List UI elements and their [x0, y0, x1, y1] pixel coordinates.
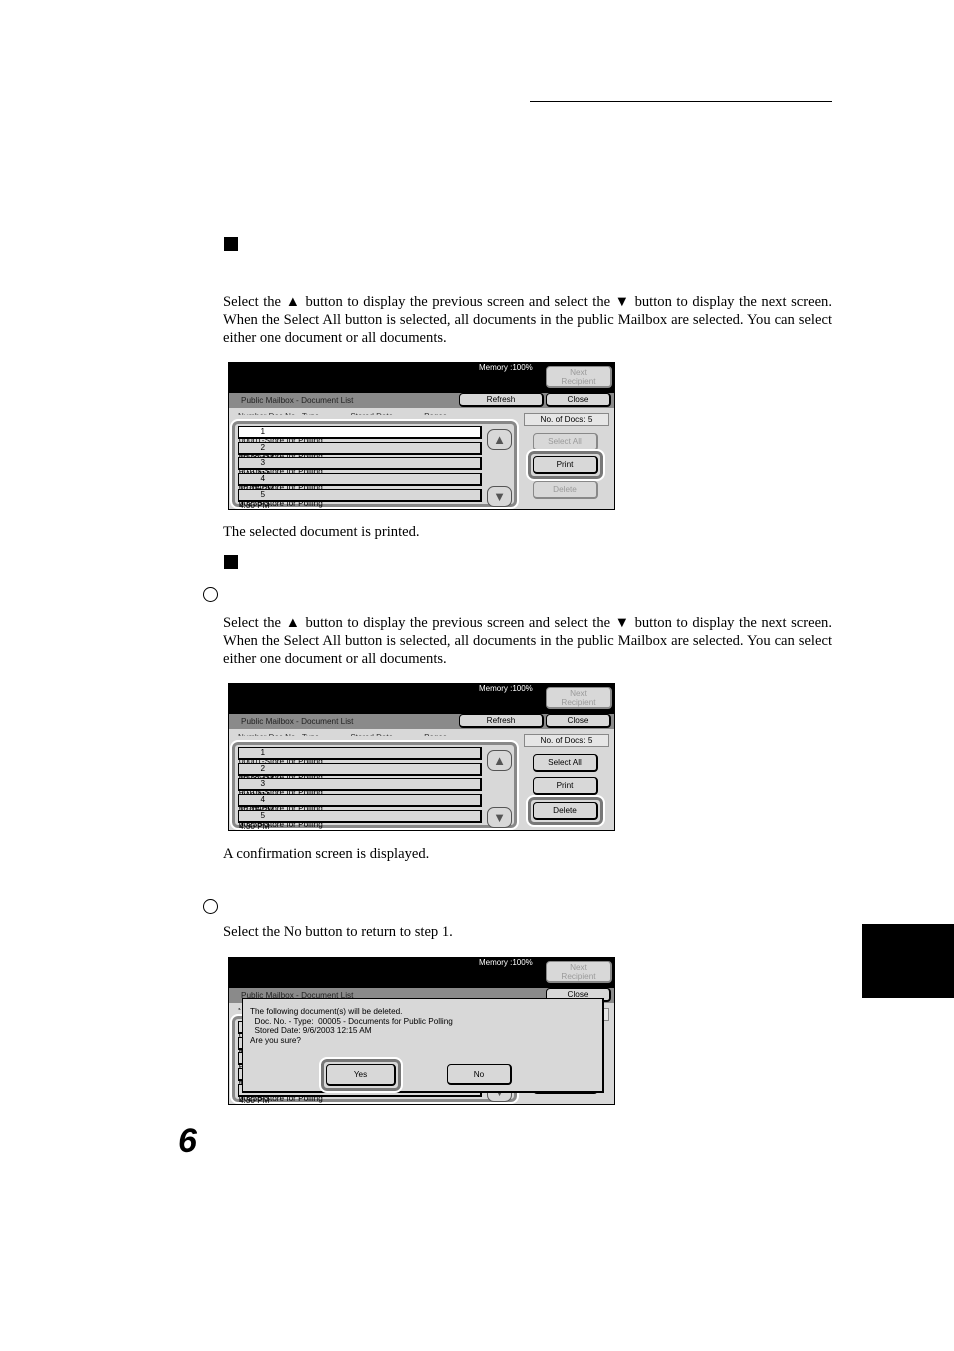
print-button[interactable]: Print [533, 777, 598, 795]
select-all-button[interactable]: Select All [533, 433, 598, 451]
dialog-line: Are you sure? [250, 1035, 301, 1045]
column-headers: Number Doc No. Type Stored Date Pages [238, 410, 447, 415]
column-headers: Number Doc No. Type Stored Date Pages [238, 731, 447, 736]
result-text: A confirmation screen is displayed. [223, 846, 430, 862]
memory-status: Memory :100% [479, 684, 533, 693]
refresh-button[interactable]: Refresh [459, 714, 544, 728]
table-row[interactable]: 200025-Store for Polling2001/8/268:10 AM… [238, 762, 482, 809]
close-button[interactable]: Close [546, 714, 611, 728]
dialog-line: The following document(s) will be delete… [250, 1007, 403, 1016]
header-rule [530, 101, 832, 102]
chapter-tab [862, 924, 954, 998]
row-number: 1 [260, 427, 265, 436]
row-number: 4 [260, 474, 265, 484]
row-number: 5 [260, 810, 265, 820]
print-button[interactable]: Print [533, 456, 598, 474]
dialog-line: Doc. No. - Type: 00005 - Documents for P… [250, 1016, 453, 1026]
screen-print: Memory :100% Next Recipient Public Mailbox… [228, 362, 615, 510]
table-row[interactable]: 300105-Store for Polling2001/8/3112:15 P… [238, 778, 482, 824]
screen-title: Public Mailbox - Document List [241, 717, 354, 726]
table-row[interactable]: 400164-Store for Polling2001/9/154:30 PM… [238, 794, 482, 830]
row-date: 2001/9/28 [239, 1103, 480, 1104]
row-number: 5 [260, 489, 265, 499]
next-recipient-button[interactable]: Next Recipient [546, 687, 612, 709]
dialog-line: Stored Date: 9/6/2003 12:15 AM [250, 1026, 372, 1036]
yes-button[interactable]: Yes [326, 1064, 396, 1086]
row-number: 1 [260, 748, 265, 757]
row-number: 3 [260, 779, 265, 789]
scroll-down-button[interactable]: ▼ [487, 807, 512, 828]
row-number: 3 [260, 458, 265, 468]
result-text: The selected document is printed. [223, 524, 420, 540]
no-button[interactable]: No [447, 1064, 512, 1085]
memory-status: Memory :100% [479, 958, 533, 967]
row-doc: 00236-Store for Polling [239, 498, 323, 508]
screen-confirm: Memory :100% Next Recipient Public Mailbox… [228, 957, 615, 1105]
step-circle-icon [203, 899, 218, 914]
step-circle-icon [203, 587, 218, 602]
step-text: Select the No button to return to step 1… [223, 924, 453, 940]
select-all-button[interactable]: Select All [533, 754, 598, 772]
scroll-up-button[interactable]: ▲ [487, 429, 512, 450]
delete-button[interactable]: Delete [533, 481, 598, 499]
confirm-dialog: The following document(s) will be delete… [242, 998, 604, 1093]
row-date: 2001/9/28 [239, 508, 480, 509]
row-number: 2 [260, 442, 265, 452]
row-number: 4 [260, 795, 265, 805]
screen-delete: Memory :100% Next Recipient Public Mailbox… [228, 683, 615, 831]
table-row[interactable]: 200025-Store for Polling2001/8/268:10 AM… [238, 441, 482, 488]
manual-page: Select the ▲ button to display the previ… [0, 0, 954, 1351]
table-row[interactable]: 500236-Store for Polling2001/9/288:30 AM… [238, 809, 482, 830]
memory-status: Memory :100% [479, 363, 533, 372]
row-date: 2001/9/28 [239, 829, 480, 830]
section-bullet-icon [224, 555, 238, 569]
next-recipient-button[interactable]: Next Recipient [546, 366, 612, 388]
scroll-up-button[interactable]: ▲ [487, 750, 512, 771]
table-row[interactable]: 500236-Store for Polling2001/9/288:30 AM… [238, 488, 482, 509]
refresh-button[interactable]: Refresh [459, 393, 544, 407]
close-button[interactable]: Close [546, 393, 611, 407]
instruction-paragraph: Select the ▲ button to display the previ… [223, 294, 832, 346]
no-of-docs: No. of Docs: 5 [524, 413, 609, 426]
up-arrow-icon: ▲ [493, 753, 506, 768]
page-number: 6 [178, 1122, 197, 1160]
row-doc: 00236-Store for Polling [239, 1093, 323, 1103]
section-bullet-icon [224, 237, 238, 251]
row-doc: 00236-Store for Polling [239, 819, 323, 829]
instruction-paragraph: Select the ▲ button to display the previ… [223, 615, 832, 667]
screen-title: Public Mailbox - Document List [241, 396, 354, 405]
scroll-down-button[interactable]: ▼ [487, 486, 512, 507]
table-row[interactable]: 400164-Store for Polling2001/9/154:30 PM… [238, 473, 482, 509]
delete-button[interactable]: Delete [533, 802, 598, 820]
table-row[interactable]: 100001-Store for Polling2001/8/2110:20 A… [238, 426, 482, 472]
down-arrow-icon: ▼ [493, 489, 506, 504]
table-row[interactable]: 100001-Store for Polling2001/8/2110:20 A… [238, 747, 482, 793]
table-row[interactable]: 300105-Store for Polling2001/8/3112:15 P… [238, 457, 482, 503]
no-of-docs: No. of Docs: 5 [524, 734, 609, 747]
up-arrow-icon: ▲ [493, 432, 506, 447]
down-arrow-icon: ▼ [493, 810, 506, 825]
next-recipient-button[interactable]: Next Recipient [546, 961, 612, 983]
row-number: 2 [260, 763, 265, 773]
